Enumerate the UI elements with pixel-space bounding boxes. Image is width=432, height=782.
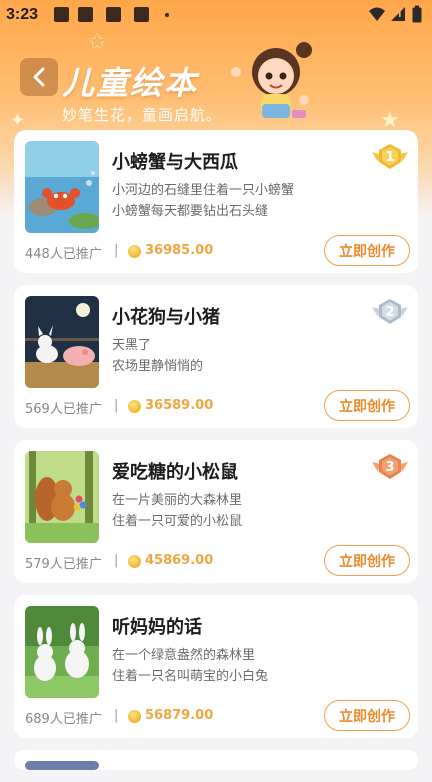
rank-number: 2: [385, 305, 395, 320]
more-notifications-icon: [165, 13, 169, 17]
rank-number: 1: [385, 150, 395, 165]
book-card[interactable]: [14, 750, 418, 770]
signal-icon: [391, 7, 405, 21]
coin-price: 56879.00: [145, 708, 214, 723]
book-title: 爱吃糖的小松鼠: [112, 462, 238, 483]
notification-icon: [106, 7, 121, 22]
coin-icon: [128, 400, 141, 413]
book-card[interactable]: 小螃蟹与大西瓜 小河边的石缝里住着一只小螃蟹 小螃蟹每天都要钻出石头缝 448人…: [14, 130, 418, 273]
book-list: 小螃蟹与大西瓜 小河边的石缝里住着一只小螃蟹 小螃蟹每天都要钻出石头缝 448人…: [14, 130, 418, 782]
status-time: 3:23: [6, 6, 39, 23]
wifi-icon: [369, 7, 385, 21]
book-description-line: 小螃蟹每天都要钻出石头缝: [112, 204, 269, 219]
promotion-count: 569人已推广: [25, 402, 102, 417]
girl-illustration: [231, 42, 312, 118]
book-description-line: 在一个绿意盎然的森林里: [112, 648, 256, 663]
book-title: 小螃蟹与大西瓜: [112, 152, 238, 173]
book-description-line: 小河边的石缝里住着一只小螃蟹: [112, 183, 295, 198]
create-now-button[interactable]: 立即创作: [324, 700, 410, 731]
promotion-count: 689人已推广: [25, 712, 102, 727]
star-icon: ✩: [88, 30, 107, 55]
rank-number: 3: [385, 460, 395, 475]
book-cover-squirrel[interactable]: [25, 451, 99, 543]
create-now-button[interactable]: 立即创作: [324, 235, 410, 266]
coin-price: 36589.00: [145, 398, 214, 413]
book-card[interactable]: 听妈妈的话 在一个绿意盎然的森林里 住着一只名叫萌宝的小白兔 689人已推广 |…: [14, 595, 418, 738]
divider: |: [114, 553, 119, 568]
promotion-count: 579人已推广: [25, 557, 102, 572]
book-title: 听妈妈的话: [112, 617, 202, 638]
book-description-line: 住着一只名叫萌宝的小白兔: [112, 669, 269, 684]
back-button[interactable]: [20, 58, 58, 96]
rank-badge-bronze: 3: [370, 452, 410, 486]
coin-icon: [128, 555, 141, 568]
book-title: 小花狗与小猪: [112, 307, 220, 328]
notification-icon: [134, 7, 149, 22]
book-cover-crab[interactable]: [25, 141, 99, 233]
coin-price: 36985.00: [145, 243, 214, 258]
create-now-button[interactable]: 立即创作: [324, 390, 410, 421]
divider: |: [114, 243, 119, 258]
book-description-line: 天黑了: [112, 338, 152, 353]
status-bar: 3:23: [0, 0, 432, 30]
book-card[interactable]: 小花狗与小猪 天黑了 农场里静悄悄的 569人已推广 | 36589.00 2 …: [14, 285, 418, 428]
book-description-line: 住着一只可爱的小松鼠: [112, 514, 243, 529]
page-subtitle: 妙笔生花，童画启航。: [62, 106, 223, 124]
book-cover-rabbits[interactable]: [25, 606, 99, 698]
sparkle-icon: ✦: [10, 110, 26, 131]
promotion-count: 448人已推广: [25, 247, 102, 262]
divider: |: [114, 708, 119, 723]
page-title: 儿童绘本: [62, 64, 199, 102]
book-cover-dog-pig[interactable]: [25, 296, 99, 388]
notification-icon: [54, 7, 69, 22]
coin-icon: [128, 710, 141, 723]
book-card[interactable]: 爱吃糖的小松鼠 在一片美丽的大森林里 住着一只可爱的小松鼠 579人已推广 | …: [14, 440, 418, 583]
coin-price: 45869.00: [145, 553, 214, 568]
chevron-left-icon: [33, 67, 45, 87]
notification-icon: [78, 7, 93, 22]
create-now-button[interactable]: 立即创作: [324, 545, 410, 576]
rank-badge-gold: 1: [370, 142, 410, 176]
rank-badge-silver: 2: [370, 297, 410, 331]
divider: |: [114, 398, 119, 413]
book-cover[interactable]: [25, 761, 99, 770]
book-description-line: 在一片美丽的大森林里: [112, 493, 243, 508]
coin-icon: [128, 245, 141, 258]
battery-icon: [412, 5, 422, 23]
book-description-line: 农场里静悄悄的: [112, 359, 204, 374]
